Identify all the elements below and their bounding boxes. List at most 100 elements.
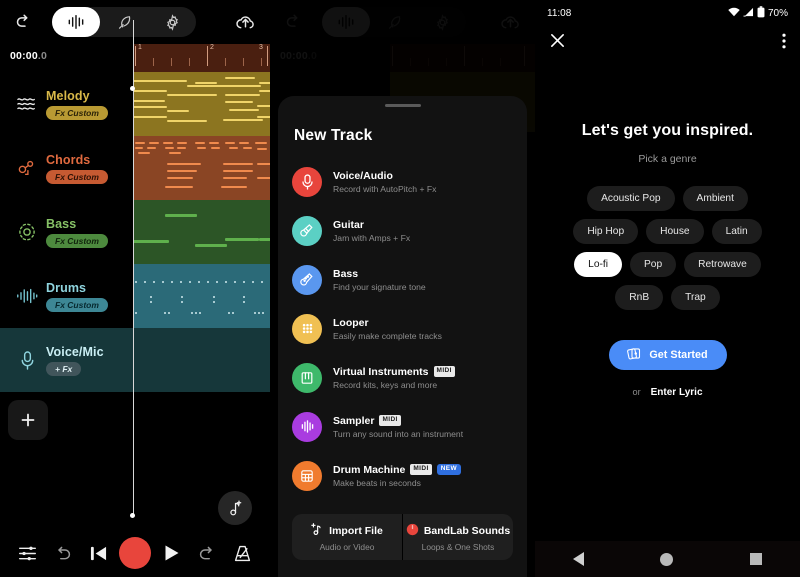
- midi-badge: MIDI: [433, 366, 455, 377]
- item-title: Voice/Audio: [333, 169, 393, 182]
- clip-bass[interactable]: [133, 200, 270, 264]
- record-button[interactable]: [118, 537, 151, 569]
- track-list: Melody Fx Custom Chords Fx Custom Bass F…: [0, 72, 270, 392]
- action-title: Import File: [329, 524, 383, 537]
- add-track-button[interactable]: [8, 400, 48, 440]
- list-item[interactable]: Drum Machine MIDI NEW Make beats in seco…: [292, 451, 513, 500]
- bandlab-sounds-button[interactable]: BandLab Sounds Loops & One Shots: [402, 514, 513, 560]
- table-row[interactable]: Melody Fx Custom: [0, 72, 270, 136]
- item-title: Drum Machine: [333, 463, 406, 476]
- track-name: Melody: [46, 88, 90, 103]
- skip-to-start-icon[interactable]: [83, 538, 113, 568]
- close-icon[interactable]: [549, 32, 566, 54]
- tab-waveform[interactable]: [52, 7, 100, 37]
- list-item[interactable]: Looper Easily make complete tracks: [292, 304, 513, 353]
- genre-chip-ambient[interactable]: Ambient: [682, 186, 748, 211]
- enter-lyric-link[interactable]: Enter Lyric: [651, 387, 703, 398]
- track-header-chords[interactable]: Chords Fx Custom: [0, 136, 133, 200]
- list-item[interactable]: Sampler MIDI Turn any sound into an inst…: [292, 402, 513, 451]
- page-title: Let's get you inspired.: [581, 122, 754, 139]
- table-row[interactable]: Drums Fx Custom: [0, 264, 270, 328]
- tab-settings[interactable]: [148, 7, 196, 37]
- play-icon[interactable]: [157, 538, 187, 568]
- genre-chip-hip-hop[interactable]: Hip Hop: [573, 219, 639, 244]
- genre-chip-retrowave[interactable]: Retrowave: [684, 252, 761, 277]
- status-badge[interactable]: Fx Custom: [46, 233, 108, 248]
- table-row[interactable]: Bass Fx Custom: [0, 200, 270, 264]
- list-item[interactable]: Virtual Instruments MIDI Record kits, ke…: [292, 353, 513, 402]
- genre-picker-body: Let's get you inspired. Pick a genre Aco…: [535, 60, 800, 398]
- track-name: Bass: [46, 216, 77, 231]
- status-badge[interactable]: Fx Custom: [46, 169, 108, 184]
- wifi-icon: [728, 7, 740, 20]
- view-mode-segmented-control[interactable]: [52, 7, 196, 37]
- cloud-upload-icon[interactable]: [230, 7, 260, 37]
- drums-icon: [8, 287, 46, 305]
- status-badge[interactable]: Fx Custom: [46, 105, 108, 120]
- playhead-line[interactable]: [133, 20, 134, 515]
- timeline-header: 00:00.0 1 2 3: [0, 44, 270, 72]
- genre-chip-rnb[interactable]: RnB: [615, 285, 664, 310]
- clip-drums[interactable]: [133, 264, 270, 328]
- item-title: Guitar: [333, 218, 364, 231]
- track-header-melody[interactable]: Melody Fx Custom: [0, 72, 133, 136]
- playhead-handle-bottom[interactable]: [130, 513, 135, 518]
- editor-toolbar: [0, 0, 270, 44]
- alternate-action-row: or Enter Lyric: [535, 387, 800, 398]
- item-subtitle: Easily make complete tracks: [333, 330, 442, 341]
- genre-chip-lo-fi[interactable]: Lo-fi: [574, 252, 622, 277]
- mixer-sliders-icon[interactable]: [12, 538, 42, 568]
- status-badge[interactable]: Fx Custom: [46, 297, 108, 312]
- genre-chip-acoustic-pop[interactable]: Acoustic Pop: [587, 186, 675, 211]
- status-badge[interactable]: + Fx: [46, 361, 82, 376]
- genre-chip-pop[interactable]: Pop: [629, 252, 677, 277]
- add-sound-fab[interactable]: [218, 491, 252, 525]
- item-subtitle: Turn any sound into an instrument: [333, 428, 464, 439]
- sheet-drag-handle[interactable]: [384, 104, 421, 107]
- list-item[interactable]: Bass Find your signature tone: [292, 255, 513, 304]
- timeline-ruler[interactable]: 1 2 3: [133, 44, 270, 72]
- microphone-icon: [8, 350, 46, 371]
- screenshot-root: 00:00.0 1 2 3 Melody Fx Custom Chords Fx…: [0, 0, 800, 577]
- clip-voice-mic[interactable]: [133, 328, 270, 392]
- list-item[interactable]: Voice/Audio Record with AutoPitch + Fx: [292, 157, 513, 206]
- android-status-bar: 11:08 70%: [535, 0, 800, 26]
- bandlab-logo-icon: [406, 523, 419, 539]
- action-subtitle: Loops & One Shots: [421, 541, 495, 552]
- clip-melody[interactable]: [133, 72, 270, 136]
- android-home-icon[interactable]: [660, 552, 674, 566]
- playhead-handle-top[interactable]: [130, 86, 135, 91]
- new-badge: NEW: [436, 463, 462, 476]
- back-arrow-icon[interactable]: [10, 7, 40, 37]
- table-row[interactable]: Voice/Mic + Fx: [0, 328, 270, 392]
- piano-keys-icon: [292, 362, 322, 393]
- get-started-button[interactable]: Get Started: [608, 340, 727, 370]
- android-back-icon[interactable]: [573, 552, 585, 566]
- genre-picker-screen: 11:08 70% Let's get you inspired. Pick a…: [535, 0, 800, 577]
- track-header-bass[interactable]: Bass Fx Custom: [0, 200, 133, 264]
- metronome-icon[interactable]: [228, 538, 258, 568]
- tab-lyrics[interactable]: [100, 7, 148, 37]
- page-title: New Track: [294, 127, 373, 144]
- item-subtitle: Record with AutoPitch + Fx: [333, 183, 437, 194]
- clip-chords[interactable]: [133, 136, 270, 200]
- genre-chip-list: Acoustic Pop Ambient Hip Hop House Latin…: [535, 165, 800, 310]
- item-title: Virtual Instruments: [333, 365, 429, 378]
- undo-icon[interactable]: [48, 538, 78, 568]
- list-item[interactable]: Guitar Jam with Amps + Fx: [292, 206, 513, 255]
- redo-icon[interactable]: [192, 538, 222, 568]
- cards-icon: [627, 346, 642, 364]
- track-header-drums[interactable]: Drums Fx Custom: [0, 264, 133, 328]
- item-title: Looper: [333, 316, 369, 329]
- table-row[interactable]: Chords Fx Custom: [0, 136, 270, 200]
- genre-chip-latin[interactable]: Latin: [711, 219, 762, 244]
- more-vertical-icon[interactable]: [782, 33, 786, 54]
- genre-chip-trap[interactable]: Trap: [671, 285, 720, 310]
- android-recents-icon[interactable]: [749, 553, 762, 565]
- new-track-sheet: New Track Voice/Audio Record with AutoPi…: [278, 96, 527, 577]
- track-header-voice-mic[interactable]: Voice/Mic + Fx: [0, 328, 133, 392]
- action-title: BandLab Sounds: [423, 524, 511, 537]
- import-file-button[interactable]: Import File Audio or Video: [292, 514, 402, 560]
- genre-chip-house[interactable]: House: [646, 219, 704, 244]
- item-subtitle: Jam with Amps + Fx: [333, 232, 411, 243]
